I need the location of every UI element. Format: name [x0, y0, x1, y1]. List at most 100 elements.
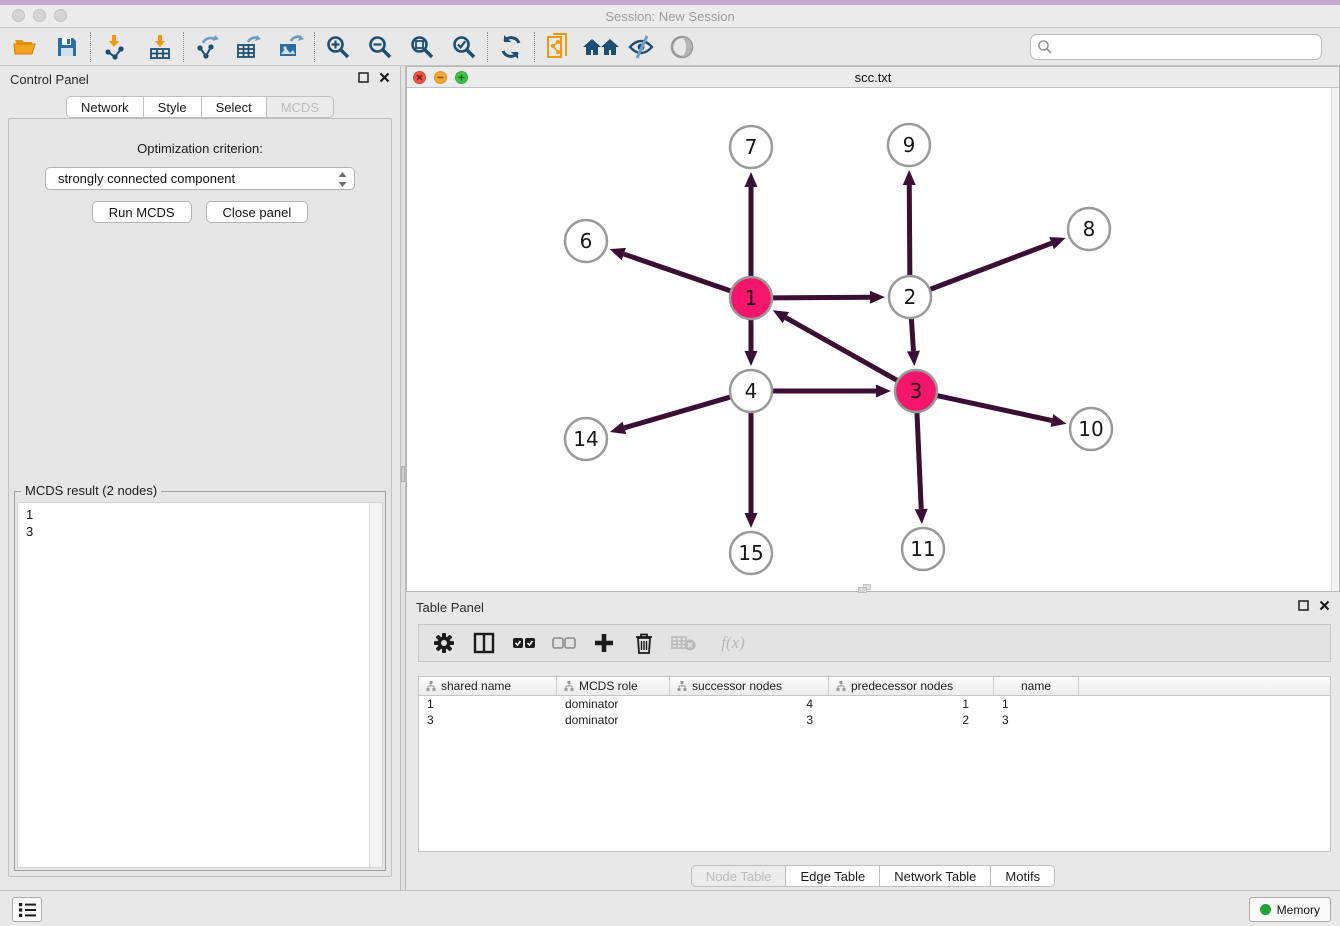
add-column-button[interactable]	[591, 630, 617, 656]
column-header-mcds-role[interactable]: MCDS role	[557, 677, 670, 695]
tab-network[interactable]: Network	[66, 96, 143, 118]
zoom-out-button[interactable]	[365, 32, 395, 62]
network-edge[interactable]	[786, 318, 900, 382]
table-toolbar: f(x)	[418, 624, 1331, 662]
zoom-in-button[interactable]	[323, 32, 353, 62]
run-mcds-button[interactable]: Run MCDS	[92, 201, 192, 223]
network-edge-arrowhead	[915, 509, 928, 524]
network-edge[interactable]	[770, 297, 870, 298]
column-header-successor-nodes[interactable]: successor nodes	[670, 677, 829, 695]
network-node-label: 14	[573, 427, 598, 451]
network-node-label: 4	[745, 379, 758, 403]
task-history-button[interactable]	[12, 897, 42, 922]
apply-layout-button[interactable]	[496, 32, 526, 62]
status-bar: Memory	[0, 890, 1340, 926]
cell-predecessor-nodes: 2	[829, 712, 994, 728]
table-row[interactable]: 3 dominator 3 2 3	[419, 712, 1330, 728]
show-columns-button[interactable]	[471, 630, 497, 656]
result-scrollbar[interactable]	[369, 503, 382, 867]
search-input[interactable]	[1030, 34, 1322, 60]
zoom-selected-button[interactable]	[449, 32, 479, 62]
delete-table-button[interactable]	[671, 630, 697, 656]
export-network-icon	[194, 34, 220, 60]
mcds-result-list[interactable]: 1 3	[17, 502, 383, 868]
window-titlebar: Session: New Session	[0, 5, 1340, 28]
export-network-button[interactable]	[192, 32, 222, 62]
network-graph: 7968124314101511	[407, 88, 1333, 593]
network-edge[interactable]	[624, 254, 733, 292]
network-edge[interactable]	[917, 410, 921, 509]
network-edge-arrowhead	[745, 513, 758, 528]
select-all-button[interactable]	[511, 630, 537, 656]
show-graphics-button[interactable]	[667, 32, 697, 62]
deselect-all-button[interactable]	[551, 630, 577, 656]
table-settings-button[interactable]	[431, 630, 457, 656]
refresh-icon	[498, 34, 524, 60]
import-table-button[interactable]	[145, 32, 175, 62]
column-label: name	[1021, 679, 1051, 693]
control-panel-title: Control Panel	[10, 72, 89, 87]
network-edge-arrowhead	[610, 422, 626, 434]
home-view-button[interactable]	[581, 32, 621, 62]
float-panel-icon[interactable]	[1298, 600, 1309, 611]
cell-shared-name: 3	[419, 712, 557, 728]
tab-mcds[interactable]: MCDS	[266, 96, 334, 118]
table-header: shared name MCDS role successor nodes pr…	[419, 677, 1330, 696]
memory-button[interactable]: Memory	[1249, 897, 1331, 922]
control-panel: Control Panel Network Style Select MCDS …	[0, 66, 400, 890]
open-file-button[interactable]	[10, 32, 40, 62]
export-image-button[interactable]	[276, 32, 306, 62]
tab-motifs[interactable]: Motifs	[990, 865, 1055, 887]
splitter-grip[interactable]	[401, 466, 405, 482]
mcds-panel: Optimization criterion: strongly connect…	[8, 118, 392, 877]
column-header-shared-name[interactable]: shared name	[419, 677, 557, 695]
optimization-criterion-dropdown[interactable]: strongly connected component	[45, 167, 355, 190]
copy-network-button[interactable]	[543, 32, 573, 62]
search-icon	[1037, 39, 1053, 55]
copy-network-icon	[545, 33, 571, 61]
hide-graphics-button[interactable]	[627, 32, 657, 62]
table-row[interactable]: 1 dominator 4 1 1	[419, 696, 1330, 712]
tab-style[interactable]: Style	[143, 96, 201, 118]
horizontal-splitter-grip[interactable]	[858, 587, 867, 593]
table-tabs: Node Table Edge Table Network Table Moti…	[406, 865, 1340, 887]
close-panel-icon[interactable]	[379, 72, 390, 83]
function-builder-button[interactable]: f(x)	[711, 630, 755, 656]
save-session-button[interactable]	[52, 32, 82, 62]
tab-edge-table[interactable]: Edge Table	[785, 865, 879, 887]
zoom-fit-button[interactable]	[407, 32, 437, 62]
column-label: successor nodes	[692, 679, 782, 693]
network-view-frame: scc.txt 7968124314101511	[406, 66, 1340, 592]
tab-node-table[interactable]: Node Table	[691, 865, 786, 887]
column-header-predecessor-nodes[interactable]: predecessor nodes	[829, 677, 994, 695]
network-edge[interactable]	[935, 395, 1052, 420]
network-vscrollbar[interactable]	[1331, 88, 1339, 591]
table-panel-title: Table Panel	[416, 600, 484, 615]
delete-column-button[interactable]	[631, 630, 657, 656]
zoom-selected-icon	[451, 34, 477, 60]
float-panel-icon[interactable]	[358, 72, 369, 83]
task-list-icon	[19, 903, 36, 917]
network-node-label: 7	[745, 135, 758, 159]
network-node-label: 11	[910, 537, 935, 561]
toolbar-separator	[314, 32, 315, 62]
network-edge[interactable]	[928, 243, 1052, 290]
network-edge[interactable]	[624, 396, 732, 428]
column-label: MCDS role	[579, 679, 638, 693]
network-frame-titlebar[interactable]: scc.txt	[407, 67, 1339, 88]
close-panel-icon[interactable]	[1319, 600, 1330, 611]
tab-network-table[interactable]: Network Table	[879, 865, 990, 887]
network-edge[interactable]	[909, 185, 910, 278]
network-canvas[interactable]: 7968124314101511	[407, 88, 1339, 591]
zoom-in-icon	[325, 34, 351, 60]
mcds-result-group: MCDS result (2 nodes) 1 3	[14, 491, 386, 871]
toolbar-separator	[183, 32, 184, 62]
column-header-name[interactable]: name	[994, 677, 1079, 695]
close-panel-button[interactable]: Close panel	[206, 201, 309, 223]
network-edge[interactable]	[911, 316, 913, 351]
tab-select[interactable]: Select	[201, 96, 266, 118]
session-title: Session: New Session	[0, 9, 1340, 24]
network-node-label: 15	[738, 541, 763, 565]
import-network-button[interactable]	[99, 32, 129, 62]
export-table-button[interactable]	[234, 32, 264, 62]
